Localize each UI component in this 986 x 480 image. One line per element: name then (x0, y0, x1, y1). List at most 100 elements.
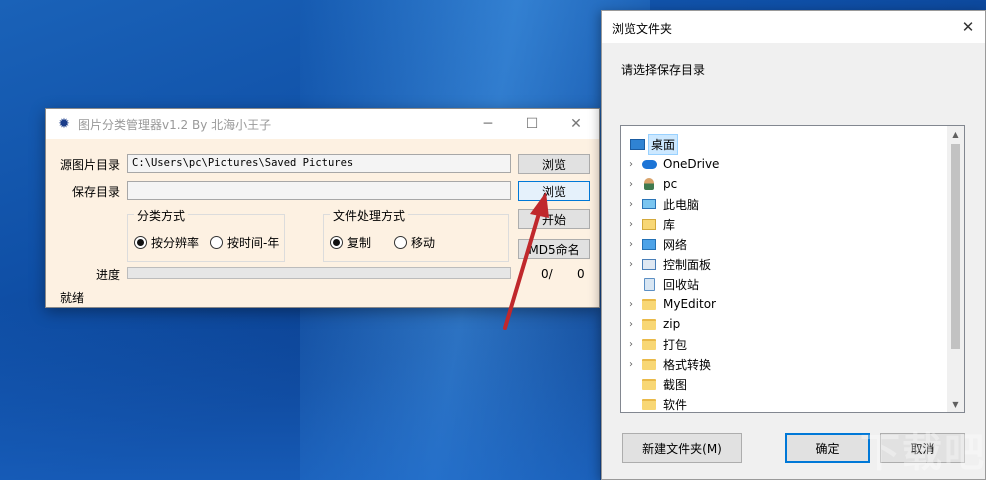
classify-groupbox: 分类方式 按分辨率 按时间-年 (127, 207, 285, 262)
radio-label: 移动 (411, 236, 436, 250)
progress-label: 进度 (96, 268, 121, 282)
browse-source-button[interactable]: 浏览 (518, 154, 590, 174)
chevron-right-icon[interactable]: › (625, 179, 637, 190)
tree-item[interactable]: › pc (621, 174, 951, 194)
radio-indicator (134, 236, 147, 249)
tree-item[interactable]: › 库 (621, 214, 951, 234)
maximize-button[interactable]: ☐ (517, 113, 547, 135)
status-text: 就绪 (60, 291, 85, 305)
app-bug-icon: ✹ (58, 116, 70, 132)
control-panel-icon (641, 257, 657, 271)
chevron-right-icon[interactable]: › (625, 199, 637, 210)
dialog-title: 浏览文件夹 (612, 22, 673, 36)
radio-label: 按分辨率 (151, 236, 200, 250)
scroll-thumb[interactable] (951, 144, 960, 349)
tree-item[interactable]: 截图 (621, 374, 951, 394)
tree-scrollbar[interactable]: ▲ ▼ (947, 126, 964, 412)
radio-label: 复制 (347, 236, 372, 250)
dialog-close-button[interactable]: ✕ (955, 16, 981, 38)
tree-item-label: 格式转换 (663, 357, 712, 372)
tree-item[interactable]: 桌面 (621, 133, 951, 155)
scroll-up-icon[interactable]: ▲ (947, 126, 964, 142)
classify-title: 分类方式 (134, 207, 189, 224)
desktop-icon (629, 137, 645, 151)
radio-indicator (330, 236, 343, 249)
progress-total: 0 (577, 267, 585, 281)
dialog-prompt: 请选择保存目录 (621, 63, 706, 77)
tree-item[interactable]: 软件 (621, 394, 951, 412)
close-icon: ✕ (570, 116, 582, 132)
network-icon (641, 237, 657, 251)
folder-icon (641, 357, 657, 371)
file-handling-groupbox: 文件处理方式 复制 移动 (323, 207, 509, 262)
save-dir-label: 保存目录 (72, 185, 121, 199)
start-button[interactable]: 开始 (518, 209, 590, 229)
tree-item-label: MyEditor (663, 297, 716, 311)
tree-item[interactable]: › 控制面板 (621, 254, 951, 274)
onedrive-icon (641, 157, 657, 171)
scroll-down-icon[interactable]: ▼ (947, 396, 964, 412)
dialog-titlebar[interactable]: 浏览文件夹 ✕ (602, 11, 985, 43)
tree-item-label: 桌面 (647, 133, 679, 155)
tree-item-label: 控制面板 (663, 257, 712, 272)
radio-by-resolution[interactable]: 按分辨率 (134, 234, 199, 251)
tree-item[interactable]: › 格式转换 (621, 354, 951, 374)
radio-indicator (210, 236, 223, 249)
user-icon (641, 177, 657, 191)
folder-icon (641, 397, 657, 411)
wallpaper-glow (0, 300, 600, 480)
folder-icon (641, 297, 657, 311)
folder-tree[interactable]: 桌面 › OneDrive › pc › 此电脑 › 库 › 网络 › 控制面板 回收站 › MyEditor… (620, 125, 965, 413)
chevron-right-icon[interactable]: › (625, 299, 637, 310)
browse-save-button[interactable]: 浏览 (518, 181, 590, 201)
chevron-right-icon[interactable]: › (625, 359, 637, 370)
maximize-icon: ☐ (525, 116, 539, 132)
tree-item-label: pc (663, 177, 678, 191)
save-dir-input[interactable] (127, 181, 511, 200)
tree-item-label: 软件 (663, 397, 688, 412)
radio-indicator (394, 236, 407, 249)
tree-item-label: 网络 (663, 237, 688, 252)
tree-item[interactable]: › zip (621, 314, 951, 334)
app-titlebar[interactable]: ✹ 图片分类管理器v1.2 By 北海小王子 ─ ☐ ✕ (46, 109, 599, 139)
tree-item-label: 回收站 (663, 277, 700, 292)
radio-by-year[interactable]: 按时间-年 (210, 234, 279, 251)
tree-item-label: 库 (663, 217, 676, 232)
file-handling-title: 文件处理方式 (330, 207, 409, 224)
tree-item[interactable]: › 打包 (621, 334, 951, 354)
progress-done: 0/ (541, 267, 553, 281)
radio-copy[interactable]: 复制 (330, 234, 371, 251)
md5-rename-button[interactable]: MD5命名 (518, 239, 590, 259)
tree-item[interactable]: › 网络 (621, 234, 951, 254)
tree-item[interactable]: › 此电脑 (621, 194, 951, 214)
tree-item[interactable]: 回收站 (621, 274, 951, 294)
minimize-icon: ─ (483, 116, 493, 132)
library-icon (641, 217, 657, 231)
chevron-right-icon[interactable]: › (625, 339, 637, 350)
close-button[interactable]: ✕ (561, 113, 591, 135)
watermark-logo: 下载吧 (860, 430, 986, 476)
app-title: 图片分类管理器v1.2 By 北海小王子 (78, 118, 272, 132)
source-dir-label: 源图片目录 (60, 158, 121, 172)
ok-button[interactable]: 确定 (785, 433, 870, 463)
radio-move[interactable]: 移动 (394, 234, 435, 251)
computer-icon (641, 197, 657, 211)
tree-item[interactable]: › MyEditor (621, 294, 951, 314)
chevron-right-icon[interactable]: › (625, 159, 637, 170)
folder-icon (641, 337, 657, 351)
tree-item[interactable]: › OneDrive (621, 154, 951, 174)
app-window: ✹ 图片分类管理器v1.2 By 北海小王子 ─ ☐ ✕ 源图片目录 C:\Us… (45, 108, 600, 308)
chevron-right-icon[interactable]: › (625, 239, 637, 250)
tree-item-label: OneDrive (663, 157, 720, 171)
new-folder-button[interactable]: 新建文件夹(M) (622, 433, 742, 463)
minimize-button[interactable]: ─ (473, 113, 503, 135)
chevron-right-icon[interactable]: › (625, 319, 637, 330)
tree-item-label: 截图 (663, 377, 688, 392)
tree-item-label: 此电脑 (663, 197, 700, 212)
tree-item-label: 打包 (663, 337, 688, 352)
chevron-right-icon[interactable]: › (625, 259, 637, 270)
tree-item-label: zip (663, 317, 681, 331)
chevron-right-icon[interactable]: › (625, 219, 637, 230)
close-icon: ✕ (961, 18, 975, 36)
source-dir-input[interactable]: C:\Users\pc\Pictures\Saved Pictures (127, 154, 511, 173)
